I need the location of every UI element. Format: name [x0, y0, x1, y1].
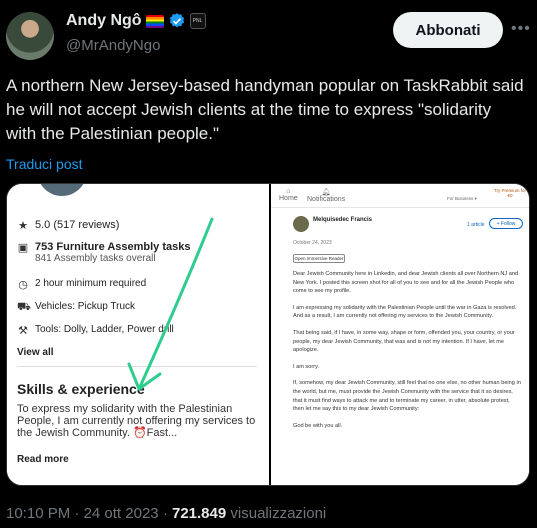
- verified-badge-icon: [169, 13, 184, 28]
- tweet-text: A northern New Jersey-based handyman pop…: [6, 76, 524, 143]
- tweet-header: Andy Ngô PNL @MrAndyNgo Abbonati •••: [6, 6, 531, 66]
- article-author-avatar: [293, 216, 309, 232]
- article-count: 1 article: [467, 222, 485, 228]
- taskrabbit-screenshot[interactable]: ★ 5.0 (517 reviews) ▣ 753 Furniture Asse…: [7, 184, 269, 485]
- linkedin-topbar: ⌂ Home 🔔︎ Notifications For Business ▾ Try…: [271, 184, 529, 208]
- tweet-time[interactable]: 10:10 PM: [6, 505, 70, 522]
- separator-dot: ·: [162, 505, 172, 522]
- rainbow-flag-icon: [145, 14, 164, 28]
- view-count: 721.849: [171, 505, 227, 522]
- article-paragraph: Dear Jewish Community here in Linkedin, …: [293, 271, 519, 295]
- article-paragraph: I am expressing my solidarity with the P…: [293, 304, 517, 320]
- author-handle[interactable]: @MrAndyNgo: [66, 37, 160, 54]
- article-paragraph: God be with you all.: [293, 422, 343, 429]
- article-paragraph: That being said, if I have, in some way,…: [293, 329, 515, 354]
- view-count-label: visualizzazioni: [230, 505, 327, 522]
- follow-button[interactable]: Abbonati: [393, 12, 503, 48]
- tweet-date[interactable]: 24 ott 2023: [84, 505, 159, 522]
- home-nav: ⌂ Home: [279, 188, 298, 202]
- article-date: October 24, 2023: [293, 240, 332, 246]
- tweet-meta: 10:10 PM · 24 ott 2023 · 721.849 visuali…: [6, 505, 326, 522]
- immersive-reader-button: Open Immersive Reader: [293, 254, 345, 263]
- article-follow-button: + Follow: [489, 218, 523, 229]
- notifications-nav: 🔔︎ Notifications: [307, 189, 346, 203]
- separator-dot: ·: [74, 505, 84, 522]
- author-name-row: Andy Ngô PNL: [66, 12, 206, 30]
- translate-link[interactable]: Traduci post: [6, 156, 83, 172]
- affiliation-badge[interactable]: PNL: [189, 13, 206, 29]
- tweet-media[interactable]: ★ 5.0 (517 reviews) ▣ 753 Furniture Asse…: [6, 183, 530, 486]
- article-author-name: Melquisedec Francis: [313, 217, 373, 223]
- linkedin-screenshot[interactable]: ⌂ Home 🔔︎ Notifications For Business ▾ Try…: [271, 184, 529, 485]
- green-arrow-annotation: [127, 217, 214, 391]
- more-options-icon[interactable]: •••: [511, 20, 531, 38]
- author-name[interactable]: Andy Ngô: [66, 12, 142, 30]
- premium-nav: Try Premium for €0: [493, 188, 527, 198]
- article-paragraph: I am sorry.: [293, 363, 320, 370]
- avatar[interactable]: [6, 12, 54, 60]
- article-paragraph: If, somehow, my dear Jewish Community, s…: [293, 380, 521, 413]
- business-nav: For Business ▾: [447, 196, 477, 201]
- article-body: Dear Jewish Community here in Linkedin, …: [293, 270, 521, 438]
